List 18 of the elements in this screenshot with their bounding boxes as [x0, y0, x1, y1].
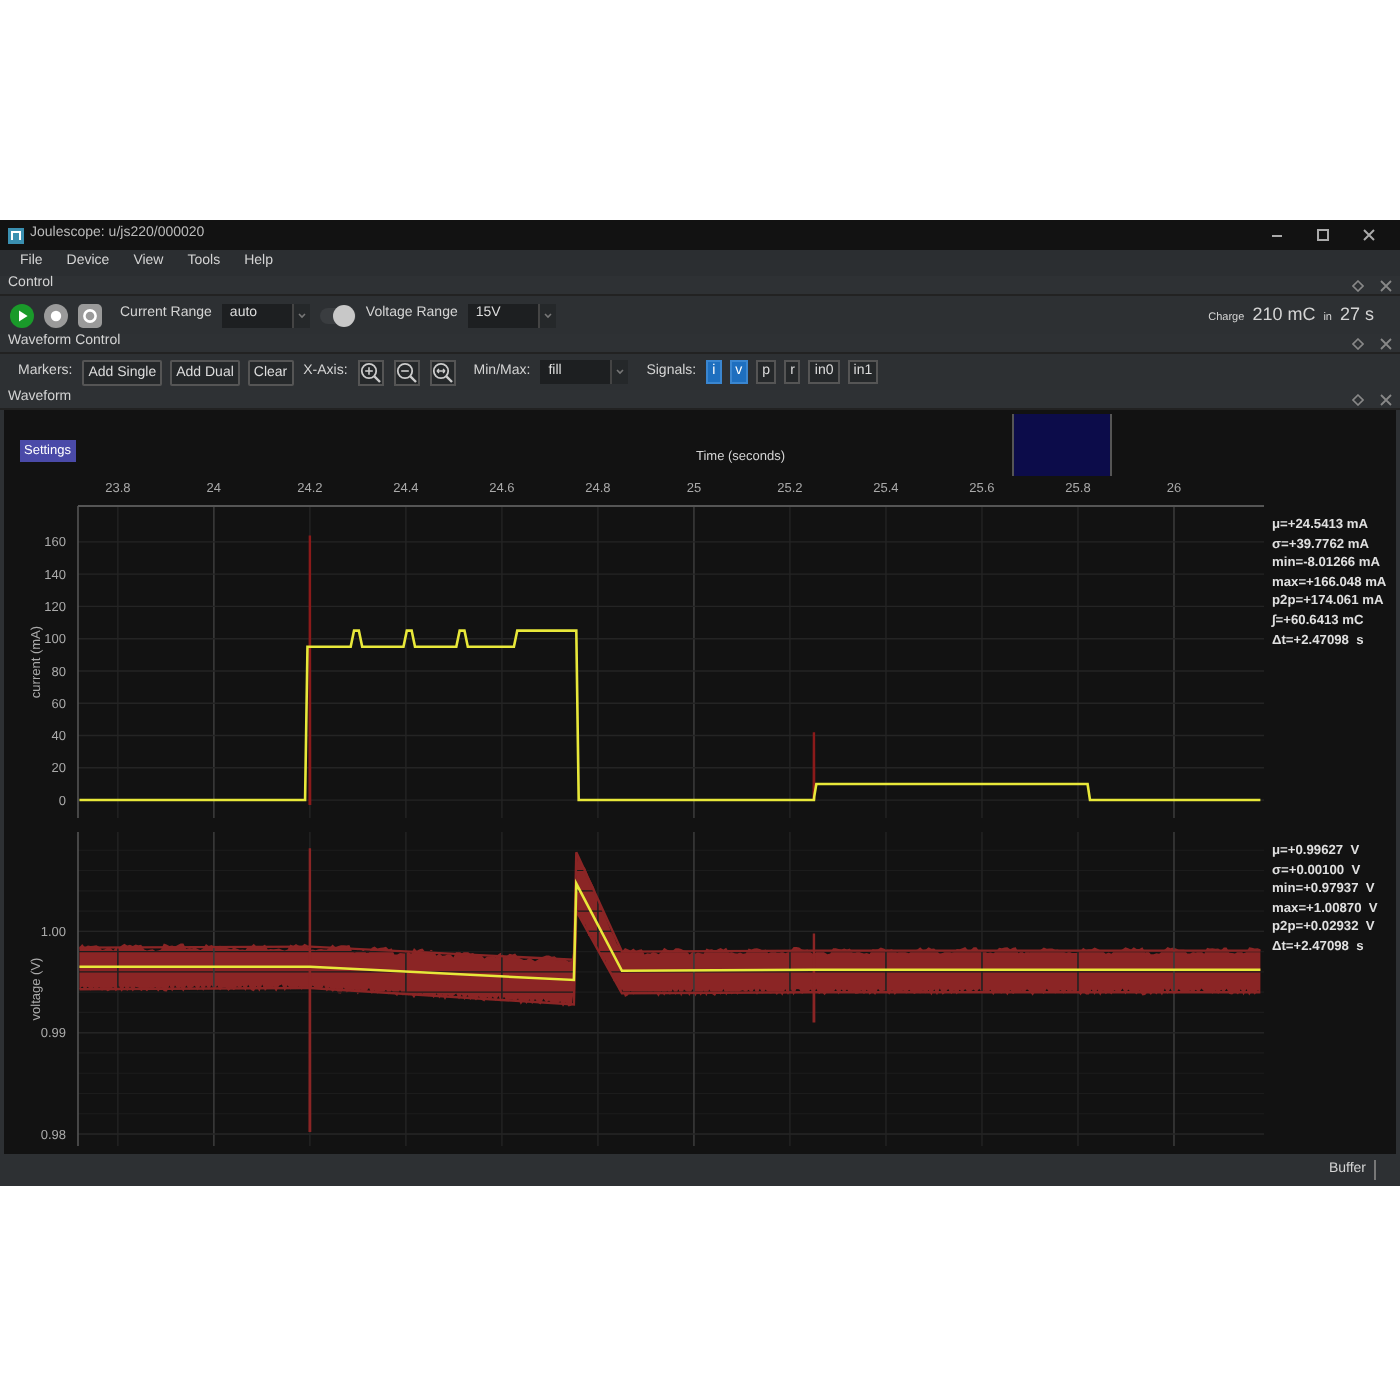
toggle-switch[interactable]	[319, 303, 356, 327]
zoom-out-button[interactable]	[393, 359, 420, 385]
close-icon[interactable]	[1380, 393, 1392, 405]
close-icon[interactable]	[1362, 228, 1376, 242]
play-button[interactable]	[10, 303, 34, 327]
float-icon[interactable]	[1352, 337, 1364, 349]
close-icon[interactable]	[1380, 279, 1392, 291]
zoom-fit-button[interactable]	[429, 359, 456, 385]
charge-duration: 27 s	[1339, 301, 1374, 328]
float-icon[interactable]	[1352, 393, 1364, 405]
app-icon	[8, 227, 24, 243]
record-button[interactable]	[44, 303, 68, 327]
float-icon[interactable]	[1352, 279, 1364, 291]
zoom-in-button[interactable]	[357, 359, 384, 385]
capture-button[interactable]	[78, 303, 102, 327]
charge-value: 210 mC	[1252, 301, 1316, 328]
close-icon[interactable]	[1380, 337, 1392, 349]
maximize-icon[interactable]	[1316, 228, 1330, 242]
